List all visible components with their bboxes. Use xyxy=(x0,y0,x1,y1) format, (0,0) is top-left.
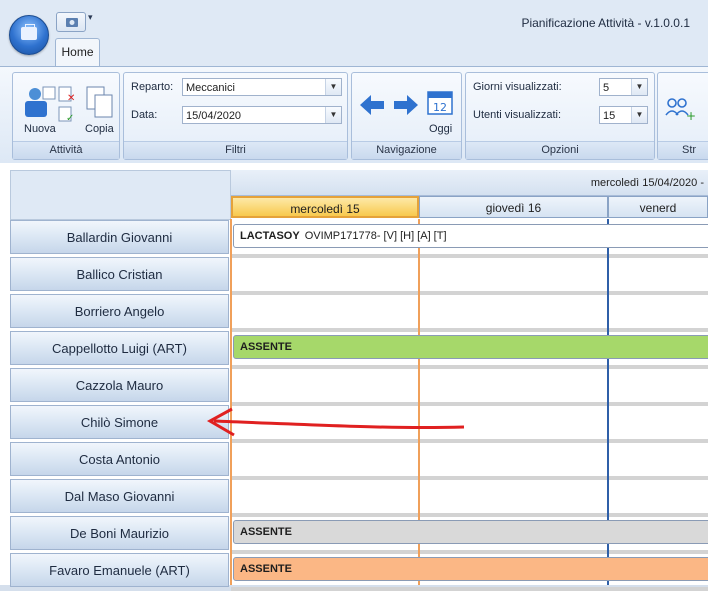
svg-text:12: 12 xyxy=(433,101,447,114)
person-row-header[interactable]: Ballardin Giovanni xyxy=(10,220,229,254)
new-activity-icon[interactable] xyxy=(23,85,57,119)
ribbon-tab-strip xyxy=(0,36,708,66)
svg-text:✓: ✓ xyxy=(66,113,74,123)
activity-event[interactable]: ASSENTE xyxy=(233,335,708,359)
users-add-icon[interactable]: + xyxy=(664,95,698,121)
svg-text:+: + xyxy=(686,109,696,121)
person-row-header[interactable]: Borriero Angelo xyxy=(10,294,229,328)
row-separator xyxy=(231,365,708,369)
giorni-value: 5 xyxy=(603,82,610,94)
group-label-attivita: Attività xyxy=(13,141,119,159)
week-header: mercoledì 15/04/2020 - xyxy=(231,170,708,196)
svg-text:✕: ✕ xyxy=(67,93,75,104)
reparto-value: Meccanici xyxy=(186,82,235,94)
chevron-down-icon[interactable]: ▼ xyxy=(631,79,647,95)
tab-home[interactable]: Home xyxy=(55,38,100,67)
row-separator xyxy=(231,513,708,517)
person-row-header[interactable]: Favaro Emanuele (ART) xyxy=(10,553,229,587)
row-separator xyxy=(231,291,708,295)
group-label-str: Str xyxy=(658,141,708,159)
group-str: + Str xyxy=(657,72,708,160)
oggi-button[interactable]: Oggi xyxy=(429,123,452,135)
person-row-header[interactable]: Chilò Simone xyxy=(10,405,229,439)
annotation-arrow xyxy=(206,407,465,437)
arrow-left-icon[interactable] xyxy=(358,93,386,117)
chevron-down-icon[interactable]: ▼ xyxy=(325,79,341,95)
day-column-line xyxy=(230,219,232,585)
utenti-label: Utenti visualizzati: xyxy=(473,109,562,121)
person-row-header[interactable]: De Boni Maurizio xyxy=(10,516,229,550)
utenti-select[interactable]: 15 ▼ xyxy=(599,106,648,124)
week-header-label: mercoledì 15/04/2020 - xyxy=(590,177,704,189)
quick-access-toolbar[interactable] xyxy=(56,12,86,32)
qat-dropdown-icon[interactable]: ▾ xyxy=(88,12,93,23)
day-header[interactable]: giovedì 16 xyxy=(419,196,608,218)
row-separator xyxy=(231,328,708,332)
event-title: LACTASOY xyxy=(240,230,300,242)
row-separator xyxy=(231,587,708,591)
group-opzioni: Giorni visualizzati: 5 ▼ Utenti visualiz… xyxy=(465,72,655,160)
data-value: 15/04/2020 xyxy=(186,110,242,122)
row-separator xyxy=(231,550,708,554)
group-navigazione: 12 Oggi Navigazione xyxy=(351,72,462,160)
event-title: ASSENTE xyxy=(240,563,292,575)
data-label: Data: xyxy=(131,109,158,121)
data-date-picker[interactable]: 15/04/2020 ▼ xyxy=(182,106,342,124)
group-label-navigazione: Navigazione xyxy=(352,141,461,159)
group-label-opzioni: Opzioni xyxy=(466,141,654,159)
row-separator xyxy=(231,476,708,480)
calendar-today-icon[interactable]: 12 xyxy=(427,89,453,115)
grid-corner xyxy=(10,170,231,220)
chevron-down-icon[interactable]: ▼ xyxy=(631,107,647,123)
arrow-right-icon[interactable] xyxy=(392,93,420,117)
person-row-header[interactable]: Cappellotto Luigi (ART) xyxy=(10,331,229,365)
activity-event[interactable]: ASSENTE xyxy=(233,520,708,544)
reparto-select[interactable]: Meccanici ▼ xyxy=(182,78,342,96)
event-title: ASSENTE xyxy=(240,526,292,538)
group-attivita: ✕ ✓ Nuova Copia Attività xyxy=(12,72,120,160)
utenti-value: 15 xyxy=(603,110,616,122)
person-row-header[interactable]: Ballico Cristian xyxy=(10,257,229,291)
group-label-filtri: Filtri xyxy=(124,141,347,159)
briefcase-icon xyxy=(21,24,37,40)
event-detail: OVIMP171778- [V] [H] [A] [T] xyxy=(304,230,447,242)
person-row-header[interactable]: Cazzola Mauro xyxy=(10,368,229,402)
window-title: Pianificazione Attività - v.1.0.0.1 xyxy=(521,16,690,30)
giorni-label: Giorni visualizzati: xyxy=(473,81,562,93)
day-header[interactable]: venerd xyxy=(608,196,708,218)
nuova-button[interactable]: Nuova xyxy=(24,123,56,135)
group-filtri: Reparto: Meccanici ▼ Data: 15/04/2020 ▼ … xyxy=(123,72,348,160)
application-menu-button[interactable] xyxy=(9,15,49,55)
copy-icon[interactable] xyxy=(85,85,115,119)
activity-event[interactable]: ASSENTE xyxy=(233,557,708,581)
person-row-header[interactable]: Dal Maso Giovanni xyxy=(10,479,229,513)
giorni-select[interactable]: 5 ▼ xyxy=(599,78,648,96)
event-title: ASSENTE xyxy=(240,341,292,353)
chevron-down-icon[interactable]: ▼ xyxy=(325,107,341,123)
day-header[interactable]: mercoledì 15 xyxy=(231,196,419,218)
activity-event[interactable]: LACTASOY OVIMP171778- [V] [H] [A] [T] xyxy=(233,224,708,248)
copia-button[interactable]: Copia xyxy=(85,123,114,135)
person-row-header[interactable]: Costa Antonio xyxy=(10,442,229,476)
reparto-label: Reparto: xyxy=(131,81,174,93)
row-separator xyxy=(231,254,708,258)
camera-icon xyxy=(66,18,78,27)
delete-copy-small-icons[interactable]: ✕ ✓ xyxy=(57,85,77,123)
